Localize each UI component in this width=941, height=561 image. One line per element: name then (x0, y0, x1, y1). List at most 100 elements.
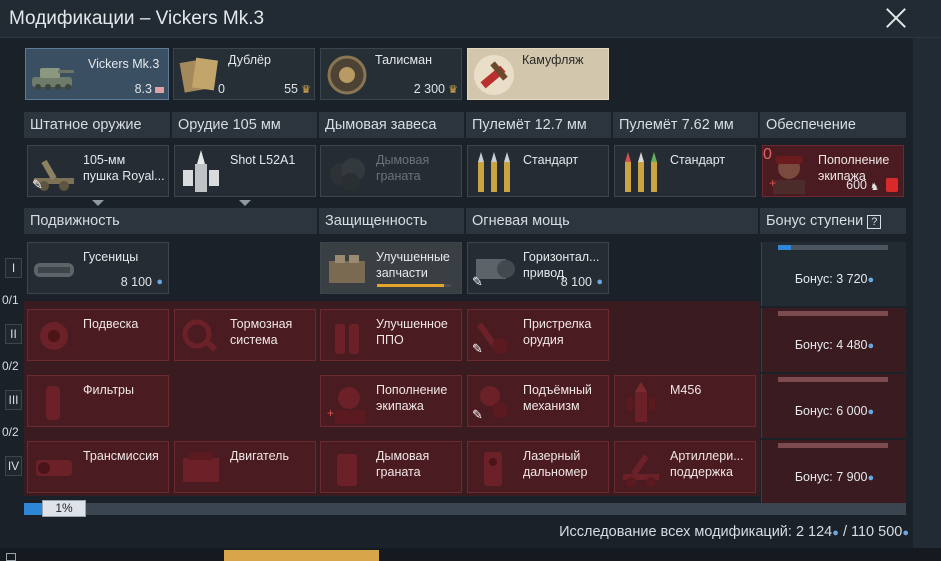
tier-1-count: 0/1 (2, 293, 19, 307)
research-total: Исследование всех модификаций: 2 124● / … (559, 524, 909, 540)
wrench-icon: ✎ (32, 177, 43, 192)
rangefinder-icon (484, 452, 502, 486)
wrench-icon: ✎ (472, 407, 483, 422)
mod-improved-parts[interactable]: Улучшенные запчасти (320, 242, 462, 294)
mod-suspension[interactable]: Подвеска (27, 309, 169, 361)
mod-transmission[interactable]: Трансмиссия (27, 441, 169, 493)
main-gun-slot[interactable]: ✎ 105-мм пушка Royal... (27, 145, 169, 197)
header-mg-762: Пулемёт 7.62 мм (613, 112, 758, 138)
research-point-icon: ● (832, 527, 839, 539)
talisman-price: 2 300 (413, 82, 445, 96)
mod-elevation[interactable]: ✎ Подъёмный механизм (467, 375, 609, 427)
zeroing-name: Пристрелка орудия (523, 317, 592, 347)
mod-brakes[interactable]: Тормозная система (174, 309, 316, 361)
mod-tracks[interactable]: Гусеницы 8 100 ● (27, 242, 169, 294)
mod-zeroing[interactable]: ✎ Пристрелка орудия (467, 309, 609, 361)
lock-icon (886, 178, 898, 192)
mod-fire-suppression[interactable]: Улучшенное ППО (320, 309, 462, 361)
wrench-icon: ✎ (472, 274, 483, 289)
camouflage-name: Камуфляж (522, 53, 584, 67)
section-protection: Защищенность (319, 208, 464, 234)
header-mg-127: Пулемёт 12.7 мм (466, 112, 611, 138)
section-firepower: Огневая мощь (466, 208, 758, 234)
mod-horizontal-drive[interactable]: ✎ Горизонтал... привод 8 100 ● (467, 242, 609, 294)
vehicle-slot[interactable]: Vickers Mk.3 8.3 (25, 48, 169, 100)
filters-name: Фильтры (83, 383, 134, 397)
research-point-icon: ● (867, 406, 875, 418)
backup-count: 0 (218, 82, 225, 96)
tier-2-bonus-progress (778, 311, 888, 316)
tier-4-bonus: Бонус: 7 900● (761, 440, 906, 504)
tier-2-bonus: Бонус: 4 480● (761, 308, 906, 372)
mod-filters[interactable]: Фильтры (27, 375, 169, 427)
mod-artillery-support[interactable]: Артиллери... поддержка (614, 441, 756, 493)
close-icon[interactable] (885, 7, 907, 29)
talisman-name: Талисман (375, 53, 433, 67)
apds-shell-icon (183, 150, 219, 192)
shell-slot[interactable]: Shot L52A1 (174, 145, 316, 197)
bottom-bar (0, 548, 941, 561)
chevron-down-icon (239, 200, 251, 206)
checkbox[interactable] (6, 553, 16, 561)
mod-engine[interactable]: Двигатель (174, 441, 316, 493)
silver-lion-icon: ♞ (870, 182, 879, 193)
smoke-slot[interactable]: Дымовая граната (320, 145, 462, 197)
rank-icon (155, 87, 164, 93)
improved-parts-progress (377, 284, 451, 287)
tier-3-bonus: Бонус: 6 000● (761, 374, 906, 438)
tier-1-bonus-progress (778, 245, 888, 250)
section-mobility: Подвижность (24, 208, 317, 234)
plus-icon: + (327, 406, 335, 420)
paint-brush-icon (474, 55, 514, 95)
mg-762-slot[interactable]: Стандарт (614, 145, 756, 197)
backup-slot[interactable]: Дублёр 0 55 ♛ (173, 48, 315, 100)
tier-4-bonus-text: Бонус: 7 900● (794, 470, 875, 484)
m456-name: M456 (670, 383, 702, 397)
talisman-slot[interactable]: Талисман 2 300 ♛ (320, 48, 462, 100)
smoke-name: Дымовая граната (376, 153, 430, 183)
main-gun-name-1: 105-мм пушка Royal... (83, 153, 165, 183)
research-point-icon: ● (902, 527, 909, 539)
mod-laser-rangefinder[interactable]: Лазерный дальномер (467, 441, 609, 493)
camouflage-slot[interactable]: Камуфляж (467, 48, 609, 100)
laser-rangefinder-name: Лазерный дальномер (523, 449, 588, 479)
crew-replenish-slot[interactable]: Пополнение экипажа + 0 600 ♞ (762, 145, 904, 197)
mod-crew-replenish[interactable]: + Пополнение экипажа (320, 375, 462, 427)
tracks-price: 8 100 (120, 275, 152, 289)
shell-name: Shot L52A1 (230, 153, 296, 167)
heat-shell-icon (627, 382, 655, 422)
vehicle-name: Vickers Mk.3 (88, 57, 160, 71)
tank-icon (32, 68, 74, 90)
backup-price: 55 (284, 82, 298, 96)
research-point-icon: ● (867, 274, 875, 286)
tier-3-bonus-text: Бонус: 6 000● (794, 404, 875, 418)
window-title: Модификации – Vickers Mk.3 (9, 8, 265, 29)
golden-eagle-icon: ♛ (448, 84, 458, 96)
research-point-icon: ● (867, 340, 875, 352)
tier-4-label: IV (5, 456, 22, 476)
filter-icon (46, 386, 60, 420)
mod-m456[interactable]: M456 (614, 375, 756, 427)
action-button[interactable] (224, 550, 379, 561)
tier-3-label: III (5, 390, 22, 410)
brakes-name: Тормозная система (230, 317, 293, 347)
backup-name: Дублёр (228, 53, 271, 67)
title-bar: Модификации – Vickers Mk.3 (0, 0, 941, 38)
crew-replenish-name: Пополнение экипажа (376, 383, 448, 413)
mg-762-name: Стандарт (670, 153, 726, 167)
header-cannon: Орудие 105 мм (172, 112, 317, 138)
header-smoke: Дымовая завеса (319, 112, 464, 138)
horizontal-drive-price: 8 100 (560, 275, 592, 289)
crew-price: 600 (846, 178, 867, 192)
help-icon[interactable]: ? (867, 215, 882, 229)
tier-3-count: 0/2 (2, 425, 19, 439)
tier-2-label: II (5, 324, 22, 344)
smoke-grenade-icon (337, 454, 357, 486)
brake-icon (182, 319, 218, 352)
mod-smoke-grenade[interactable]: Дымовая граната (320, 441, 462, 493)
artillery-icon (623, 454, 659, 487)
elevation-name: Подъёмный механизм (523, 383, 592, 413)
mg-127-slot[interactable]: Стандарт (467, 145, 609, 197)
scrollbar-track[interactable] (913, 38, 941, 548)
vehicle-br: 8.3 (134, 82, 152, 96)
